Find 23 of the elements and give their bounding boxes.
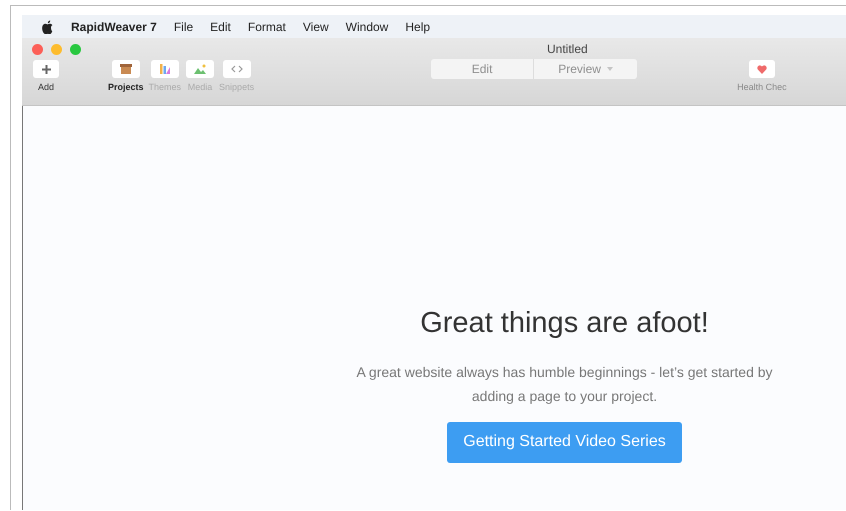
menu-item[interactable]: View	[302, 18, 329, 36]
menu-item[interactable]: Format	[248, 18, 286, 36]
menu-item[interactable]: Edit	[210, 18, 231, 36]
plus-icon	[42, 64, 50, 74]
add-button[interactable]: Add	[32, 60, 60, 94]
caret-icon	[606, 67, 613, 71]
message: A great website always has humble beginnings - let’s get started by adding a page to your project.	[355, 362, 774, 406]
zoom-button[interactable]	[70, 44, 81, 54]
minimize-button[interactable]	[51, 44, 62, 54]
box-icon	[120, 64, 132, 74]
app-menu[interactable]: RapidWeaver 7	[71, 18, 157, 36]
heart-icon	[756, 64, 767, 74]
menu-item[interactable]: Window	[346, 18, 388, 36]
menu-item[interactable]: Help	[405, 18, 430, 36]
close-button[interactable]	[32, 44, 43, 54]
palette-icon	[158, 63, 171, 75]
image-icon	[194, 64, 206, 74]
view-tab[interactable]: Projects	[108, 60, 144, 94]
heading: Great things are afoot!	[420, 306, 709, 341]
apple-icon[interactable]	[42, 20, 54, 34]
menu-item[interactable]: File	[174, 18, 194, 36]
code-icon	[230, 64, 243, 74]
window-title: Untitled	[547, 41, 588, 58]
